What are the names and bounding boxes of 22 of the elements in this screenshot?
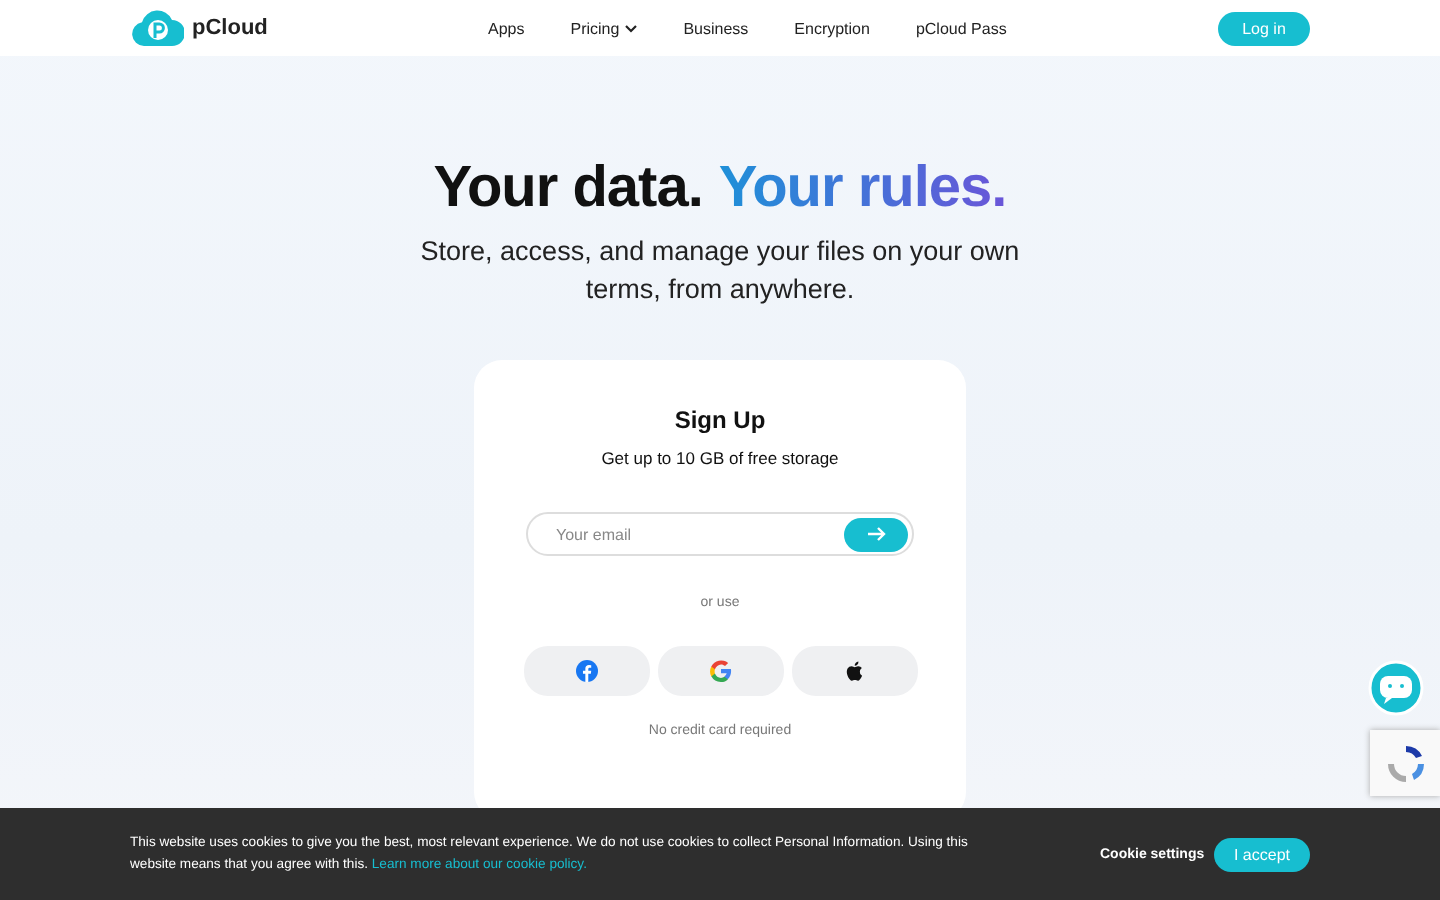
submit-arrow-button[interactable] (844, 517, 908, 551)
arrow-right-icon (866, 526, 886, 542)
signup-title: Sign Up (674, 406, 766, 434)
facebook-login-button[interactable] (523, 646, 649, 696)
email-field[interactable]: Your email (526, 512, 914, 556)
cloud-logo-icon (132, 10, 184, 46)
nav-link[interactable]: pCloud Pass (915, 19, 1007, 37)
nav-link[interactable]: Apps (488, 19, 525, 37)
chat-bot-icon[interactable] (1368, 660, 1424, 716)
facebook-icon (575, 660, 597, 682)
recaptcha-icon (1370, 730, 1440, 796)
hero-subtitle: Store, access, and manage your files on your own terms, from anywhere. (420, 234, 1020, 308)
email-input[interactable]: Your email (552, 523, 844, 545)
logo-text[interactable]: pCloud (192, 16, 268, 40)
nav-link[interactable]: Pricing (570, 19, 638, 37)
nav-link[interactable]: Business (683, 19, 749, 37)
google-icon (709, 660, 731, 682)
apple-login-button[interactable] (791, 646, 917, 696)
nav-link[interactable]: Encryption (794, 19, 870, 37)
apple-icon (844, 660, 864, 682)
signup-subtitle: Get up to 10 GB of free storage (601, 448, 839, 468)
headline-text: Your data. (433, 156, 703, 222)
